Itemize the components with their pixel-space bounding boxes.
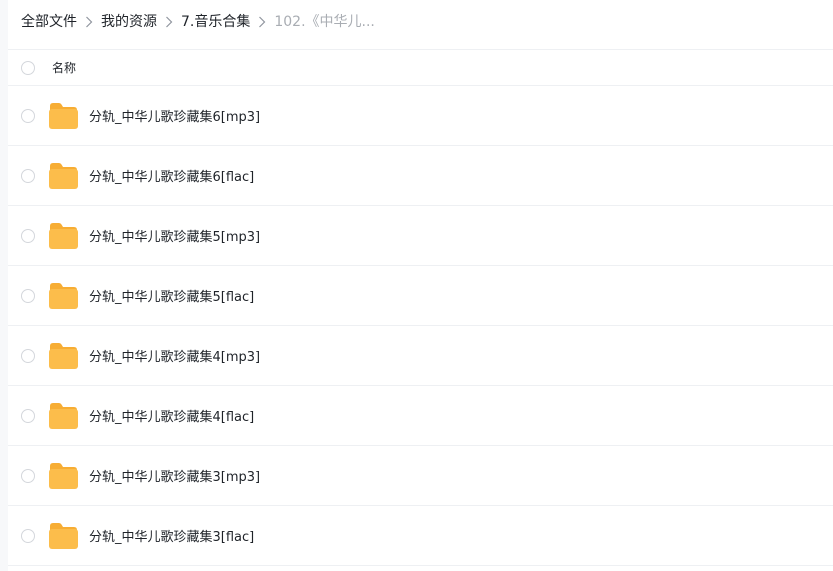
folder-icon [48, 342, 78, 370]
row-checkbox[interactable] [21, 529, 35, 543]
file-name[interactable]: 分轨_中华儿歌珍藏集3[mp3] [89, 466, 260, 485]
row-checkbox[interactable] [21, 229, 35, 243]
list-item[interactable]: 分轨_中华儿歌珍藏集4[flac] [8, 386, 833, 446]
folder-icon [48, 222, 78, 250]
list-item[interactable]: 分轨_中华儿歌珍藏集3[flac] [8, 506, 833, 566]
list-item[interactable]: 分轨_中华儿歌珍藏集5[flac] [8, 266, 833, 326]
row-checkbox[interactable] [21, 469, 35, 483]
file-name[interactable]: 分轨_中华儿歌珍藏集6[flac] [89, 166, 254, 185]
list-item[interactable]: 分轨_中华儿歌珍藏集4[mp3] [8, 326, 833, 386]
file-name[interactable]: 分轨_中华儿歌珍藏集3[flac] [89, 526, 254, 545]
list-header: 名称 [8, 49, 833, 86]
folder-icon [48, 102, 78, 130]
breadcrumb: 全部文件 我的资源 7.音乐合集 102.《中华儿... [21, 0, 375, 42]
file-browser-content: 全部文件 我的资源 7.音乐合集 102.《中华儿... 名称 分轨_中华儿歌珍… [8, 0, 833, 571]
list-item[interactable]: 分轨_中华儿歌珍藏集6[flac] [8, 146, 833, 206]
file-list: 分轨_中华儿歌珍藏集6[mp3] 分轨_中华儿歌珍藏集6[flac] 分轨_中华… [8, 86, 833, 566]
chevron-right-icon [77, 14, 101, 28]
list-item[interactable]: 分轨_中华儿歌珍藏集3[mp3] [8, 446, 833, 506]
folder-icon [48, 402, 78, 430]
file-browser-page: 全部文件 我的资源 7.音乐合集 102.《中华儿... 名称 分轨_中华儿歌珍… [0, 0, 833, 571]
row-checkbox[interactable] [21, 349, 35, 363]
file-name[interactable]: 分轨_中华儿歌珍藏集4[mp3] [89, 346, 260, 365]
folder-icon [48, 462, 78, 490]
list-item[interactable]: 分轨_中华儿歌珍藏集5[mp3] [8, 206, 833, 266]
file-name[interactable]: 分轨_中华儿歌珍藏集4[flac] [89, 406, 254, 425]
folder-icon [48, 162, 78, 190]
folder-icon [48, 522, 78, 550]
row-checkbox[interactable] [21, 289, 35, 303]
file-name[interactable]: 分轨_中华儿歌珍藏集5[mp3] [89, 226, 260, 245]
breadcrumb-item-all-files[interactable]: 全部文件 [21, 11, 77, 31]
breadcrumb-current-folder: 102.《中华儿... [274, 14, 375, 30]
select-all-checkbox[interactable] [21, 60, 35, 75]
chevron-right-icon [250, 14, 274, 28]
chevron-right-icon [157, 14, 181, 28]
list-item[interactable]: 分轨_中华儿歌珍藏集6[mp3] [8, 86, 833, 146]
file-name[interactable]: 分轨_中华儿歌珍藏集5[flac] [89, 286, 254, 305]
row-checkbox[interactable] [21, 109, 35, 123]
left-edge-strip [0, 0, 8, 571]
row-checkbox[interactable] [21, 409, 35, 423]
breadcrumb-item-my-resources[interactable]: 我的资源 [101, 11, 157, 31]
file-name[interactable]: 分轨_中华儿歌珍藏集6[mp3] [89, 106, 260, 125]
breadcrumb-item-music-collection[interactable]: 7.音乐合集 [181, 11, 250, 31]
row-checkbox[interactable] [21, 169, 35, 183]
column-header-name[interactable]: 名称 [52, 59, 76, 76]
folder-icon [48, 282, 78, 310]
